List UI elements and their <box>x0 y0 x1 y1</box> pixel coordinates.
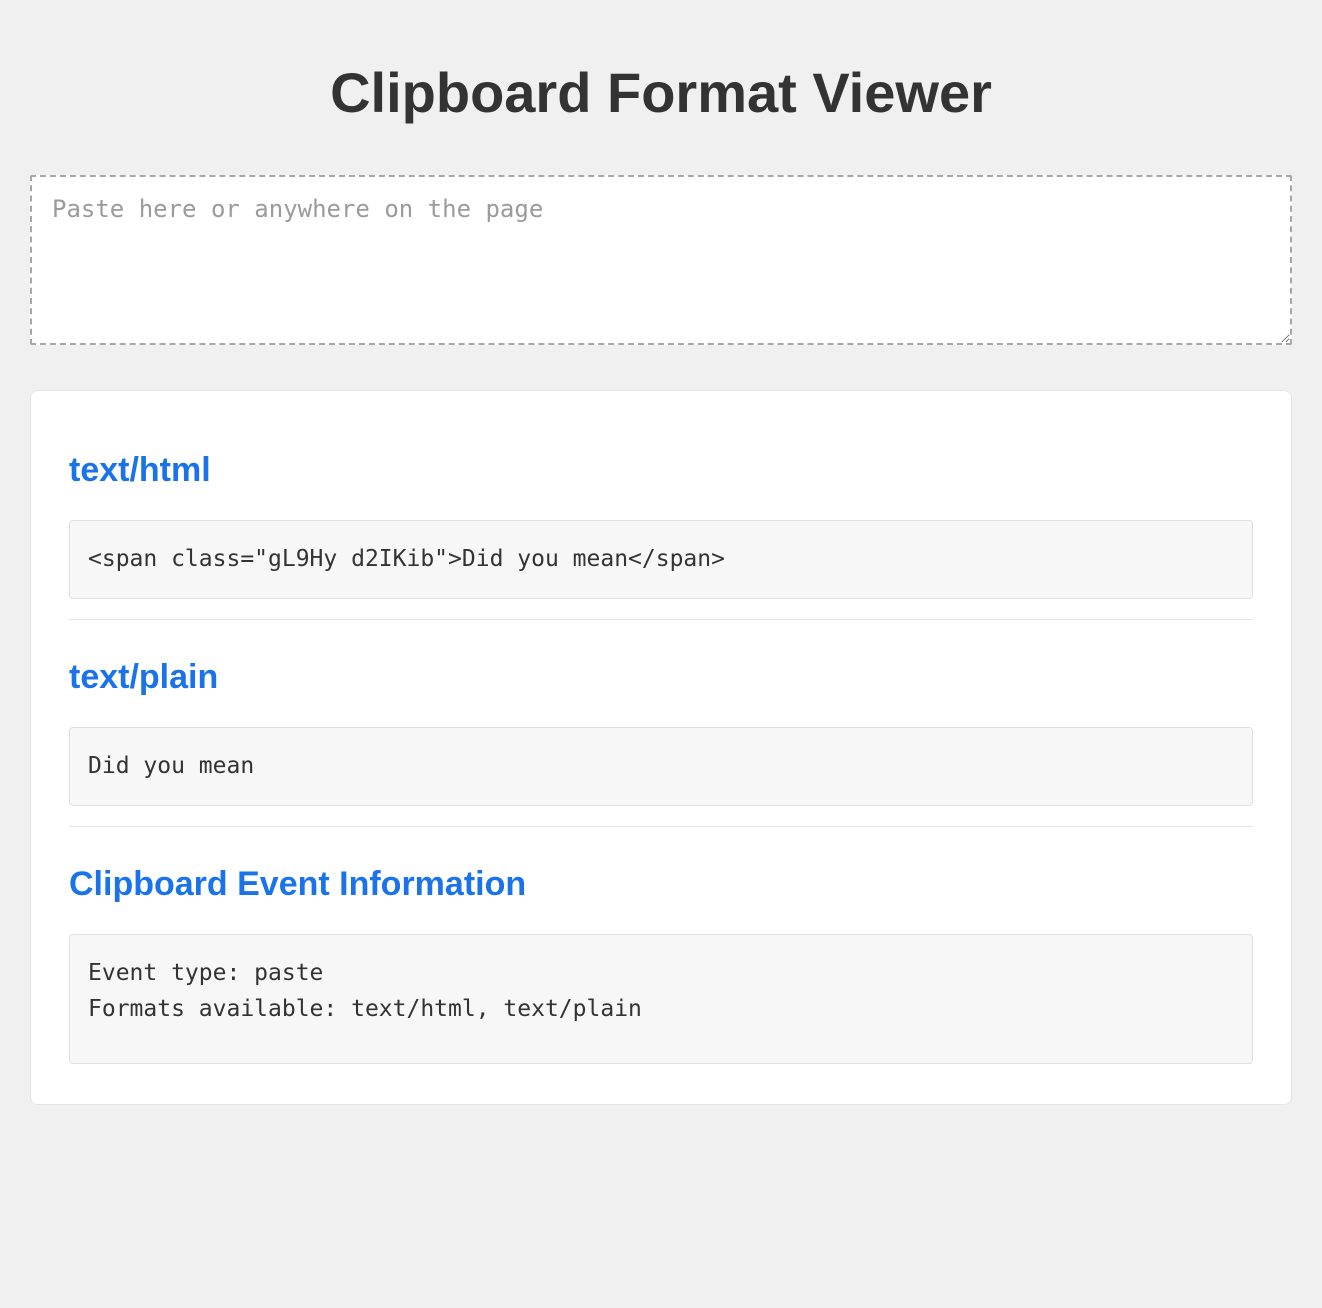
section-heading-text-html: text/html <box>69 451 1253 490</box>
section-heading-event-info: Clipboard Event Information <box>69 865 1253 904</box>
section-text-html: text/html <span class="gL9Hy d2IKib">Did… <box>69 451 1253 620</box>
code-block-event-info: Event type: paste Formats available: tex… <box>69 934 1253 1064</box>
page-title: Clipboard Format Viewer <box>30 60 1292 125</box>
code-block-text-html: <span class="gL9Hy d2IKib">Did you mean<… <box>69 520 1253 599</box>
results-card: text/html <span class="gL9Hy d2IKib">Did… <box>30 390 1292 1105</box>
section-event-info: Clipboard Event Information Event type: … <box>69 865 1253 1084</box>
section-heading-text-plain: text/plain <box>69 658 1253 697</box>
section-text-plain: text/plain Did you mean <box>69 658 1253 827</box>
code-block-text-plain: Did you mean <box>69 727 1253 806</box>
paste-input[interactable] <box>30 175 1292 345</box>
